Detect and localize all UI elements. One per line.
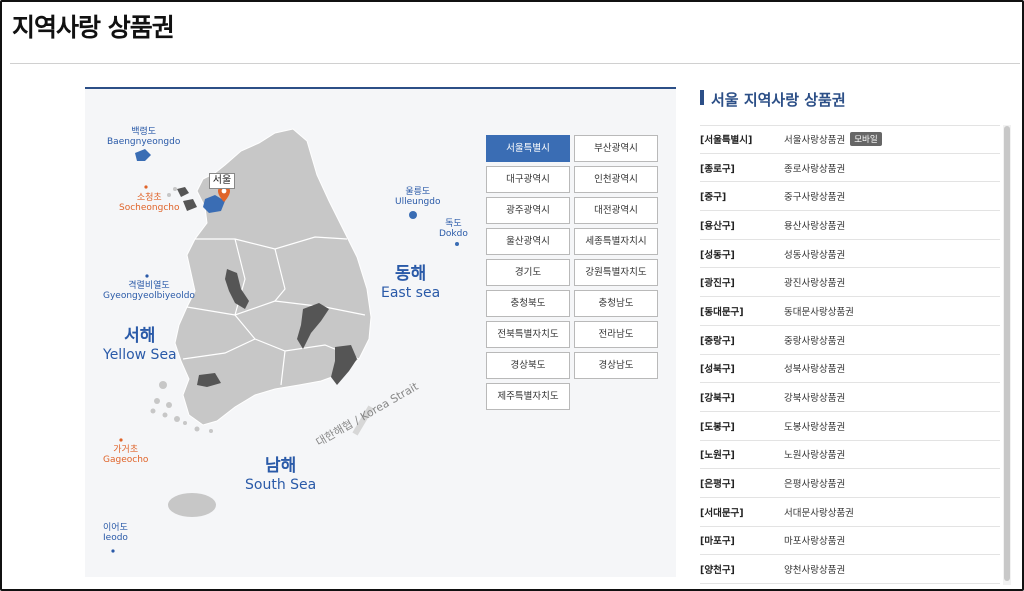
- region-button[interactable]: 충청북도: [486, 290, 570, 317]
- voucher-link[interactable]: 성북사랑상품권: [784, 361, 845, 375]
- district-name: [양천구]: [700, 565, 735, 577]
- voucher-link[interactable]: 동대문사랑상품권: [784, 304, 854, 318]
- district-name: [중랑구]: [700, 335, 735, 347]
- district-name: [서대문구]: [700, 507, 744, 519]
- west-sea-label: 서해 Yellow Sea: [103, 326, 177, 363]
- region-button[interactable]: 전북특별자치도: [486, 321, 570, 348]
- region-button[interactable]: 경상남도: [574, 352, 658, 379]
- gageocho-label: 가거초 Gageocho: [103, 445, 149, 466]
- voucher-row[interactable]: [은평구] 은평사랑상품권: [700, 469, 1000, 498]
- voucher-row[interactable]: [서울특별시] 서울사랑상품권 모바일: [700, 125, 1000, 154]
- voucher-row[interactable]: [광진구] 광진사랑상품권: [700, 268, 1000, 298]
- voucher-link[interactable]: 중구사랑상품권: [784, 189, 845, 203]
- district-name: [광진구]: [700, 278, 735, 290]
- dokdo-island[interactable]: [455, 242, 459, 246]
- title-divider: [10, 63, 1020, 64]
- voucher-row[interactable]: [양천구] 양천사랑상품권: [700, 555, 1000, 584]
- page-title: 지역사랑 상품권: [12, 13, 175, 42]
- district-name: [노원구]: [700, 450, 735, 462]
- region-button[interactable]: 부산광역시: [574, 135, 658, 162]
- voucher-row[interactable]: [동대문구] 동대문사랑상품권: [700, 297, 1000, 326]
- region-button[interactable]: 광주광역시: [486, 197, 570, 224]
- voucher-link[interactable]: 양천사랑상품권: [784, 562, 845, 576]
- voucher-row[interactable]: [노원구] 노원사랑상품권: [700, 441, 1000, 470]
- voucher-row[interactable]: [중랑구] 중랑사랑상품권: [700, 326, 1000, 355]
- region-button[interactable]: 전라남도: [574, 321, 658, 348]
- gyeongyeolbiyeoldo-label: 격렬비열도 Gyeongyeolbiyeoldo: [103, 281, 195, 302]
- side-panel-title: 서울 지역사랑 상품권: [711, 91, 846, 109]
- voucher-row[interactable]: [중구] 중구사랑상품권: [700, 182, 1000, 212]
- voucher-link[interactable]: 도봉사랑상품권: [784, 419, 845, 433]
- region-button[interactable]: 인천광역시: [574, 166, 658, 193]
- voucher-link[interactable]: 마포사랑상품권: [784, 533, 845, 547]
- voucher-link[interactable]: 중랑사랑상품권: [784, 333, 845, 347]
- voucher-row[interactable]: [종로구] 종로사랑상품권: [700, 154, 1000, 183]
- baengnyeongdo-label: 백령도 Baengnyeongdo: [107, 127, 181, 148]
- jeju-island[interactable]: [168, 493, 216, 517]
- district-name: [동대문구]: [700, 306, 744, 318]
- region-button[interactable]: 충청남도: [574, 290, 658, 317]
- side-title-accent: [700, 90, 704, 105]
- region-button[interactable]: 울산광역시: [486, 228, 570, 255]
- voucher-list: [서울특별시] 서울사랑상품권 모바일 [종로구] 종로사랑상품권 [중구] 중구사랑상품권…: [700, 125, 1000, 584]
- region-button[interactable]: 서울특별시: [486, 135, 570, 162]
- district-name: [용산구]: [700, 220, 735, 232]
- region-button[interactable]: 대구광역시: [486, 166, 570, 193]
- voucher-link[interactable]: 강북사랑상품권: [784, 390, 845, 404]
- voucher-row[interactable]: [강북구] 강북사랑상품권: [700, 383, 1000, 412]
- voucher-link[interactable]: 용산사랑상품권: [784, 218, 845, 232]
- district-name: [은평구]: [700, 479, 735, 491]
- region-button[interactable]: 세종특별자치시: [574, 228, 658, 255]
- district-name: [종로구]: [700, 163, 735, 175]
- district-name: [서울특별시]: [700, 135, 753, 147]
- district-name: [마포구]: [700, 536, 735, 548]
- voucher-link[interactable]: 노원사랑상품권: [784, 447, 845, 461]
- district-name: [성동구]: [700, 249, 735, 261]
- voucher-link[interactable]: 서대문사랑상품권: [784, 505, 854, 519]
- voucher-link[interactable]: 서울사랑상품권: [784, 132, 845, 146]
- voucher-row[interactable]: [서대문구] 서대문사랑상품권: [700, 498, 1000, 527]
- baengnyeongdo-island[interactable]: [135, 149, 151, 161]
- dokdo-label: 독도 Dokdo: [439, 219, 468, 240]
- district-name: [강북구]: [700, 393, 735, 405]
- region-button[interactable]: 강원특별자치도: [574, 259, 658, 286]
- voucher-link[interactable]: 광진사랑상품권: [784, 275, 845, 289]
- ieodo-label: 이어도 Ieodo: [103, 523, 128, 544]
- seoul-pin-label[interactable]: 서울: [209, 173, 235, 189]
- district-name: [중구]: [700, 192, 727, 204]
- district-name: [성북구]: [700, 364, 735, 376]
- scrollbar-thumb[interactable]: [1004, 126, 1010, 581]
- voucher-row[interactable]: [성동구] 성동사랑상품권: [700, 240, 1000, 269]
- south-sea-label: 남해 South Sea: [245, 456, 317, 493]
- region-button[interactable]: 경상북도: [486, 352, 570, 379]
- voucher-link[interactable]: 성동사랑상품권: [784, 247, 845, 261]
- region-button[interactable]: 제주특별자치도: [486, 383, 570, 410]
- region-button[interactable]: 대전광역시: [574, 197, 658, 224]
- voucher-row[interactable]: [용산구] 용산사랑상품권: [700, 211, 1000, 240]
- korea-map-panel: 백령도 Baengnyeongdo 소청초 Socheongcho 격렬비열도 …: [85, 87, 676, 577]
- voucher-link[interactable]: 은평사랑상품권: [784, 476, 845, 490]
- voucher-row[interactable]: [도봉구] 도봉사랑상품권: [700, 412, 1000, 441]
- region-button[interactable]: 경기도: [486, 259, 570, 286]
- voucher-row[interactable]: [성북구] 성북사랑상품권: [700, 355, 1000, 384]
- ulleungdo-island[interactable]: [409, 211, 417, 219]
- district-name: [도봉구]: [700, 421, 735, 433]
- ulleungdo-label: 울릉도 Ulleungdo: [395, 187, 441, 208]
- socheongcho-label: 소청초 Socheongcho: [119, 193, 180, 214]
- east-sea-label: 동해 East sea: [381, 264, 441, 301]
- mobile-badge: 모바일: [850, 132, 882, 147]
- voucher-link[interactable]: 종로사랑상품권: [784, 161, 845, 175]
- voucher-row[interactable]: [마포구] 마포사랑상품권: [700, 527, 1000, 556]
